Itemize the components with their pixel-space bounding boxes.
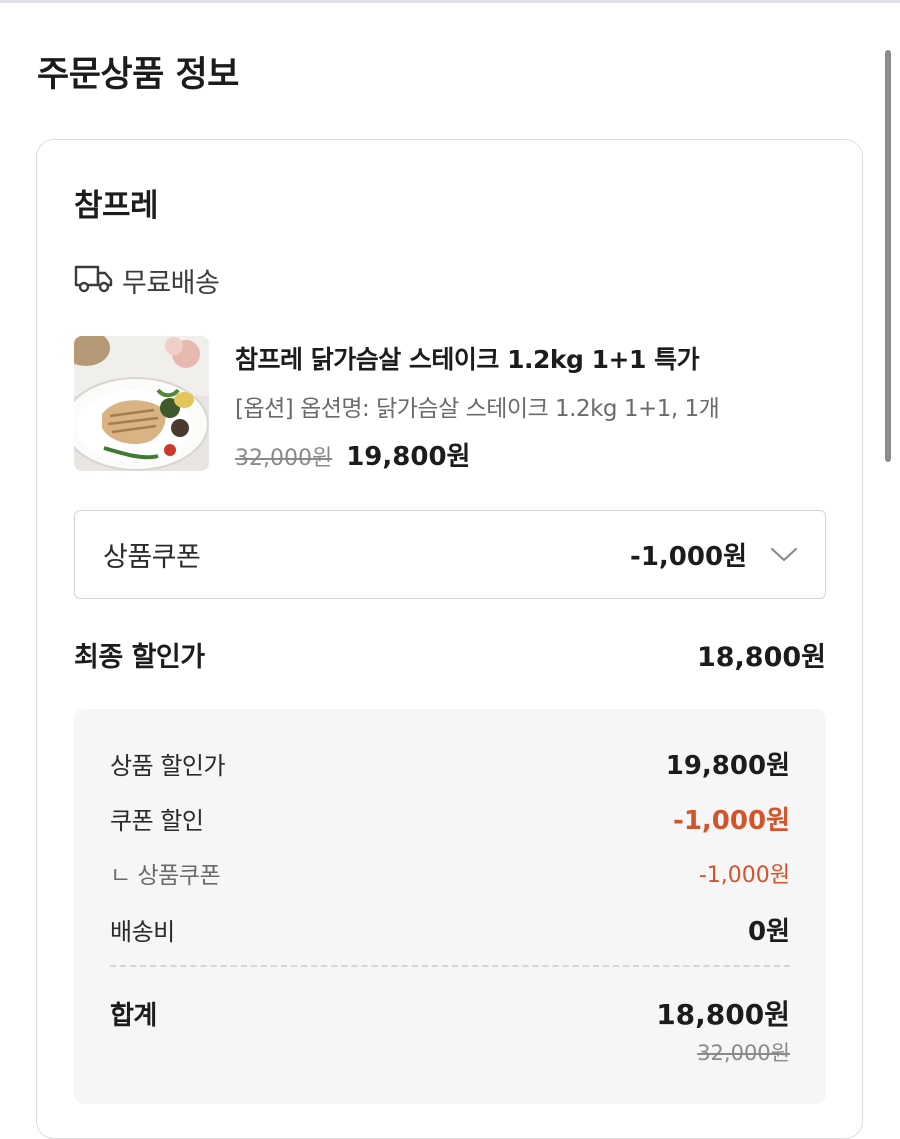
summary-label: 상품 할인가 [110,752,226,780]
shipping-label: 무료배송 [122,267,220,299]
shipping-info: 무료배송 [74,262,220,299]
coupon-value: -1,000원 [630,542,747,572]
summary-value: -1,000원 [673,806,790,836]
total-original-price: 32,000원 [697,1041,790,1065]
price-summary: 상품 할인가 19,800원 쿠폰 할인 -1,000원 ㄴ 상품쿠폰 -1,0… [74,709,826,1104]
summary-value: 0원 [747,917,790,947]
summary-row-product-discount: 상품 할인가 19,800원 [110,745,790,782]
summary-value: 19,800원 [665,751,790,781]
top-divider [0,0,900,3]
sale-price: 19,800원 [346,442,471,472]
summary-label: 쿠폰 할인 [110,807,204,835]
scrollbar-thumb[interactable] [885,50,891,462]
total-value: 18,800원 [656,998,790,1031]
order-item-card: 참프레 무료배송 참프레 닭가슴살 스테이크 1.2kg 1+1 특가 [옵션]… [36,139,863,1139]
final-price-row: 최종 할인가 18,800원 [74,635,826,674]
product-thumbnail[interactable] [74,336,209,471]
summary-row-shipping: 배송비 0원 [110,911,790,948]
total-label: 합계 [110,1000,157,1031]
final-price-value: 18,800원 [696,642,826,673]
summary-sub-value: -1,000원 [698,863,790,888]
summary-row-coupon-sub: ㄴ 상품쿠폰 -1,000원 [110,856,790,890]
truck-icon [74,262,114,298]
coupon-select[interactable]: 상품쿠폰 -1,000원 [74,510,826,599]
summary-divider [110,965,790,967]
summary-row-coupon-discount: 쿠폰 할인 -1,000원 [110,800,790,837]
coupon-label: 상품쿠폰 [103,542,201,573]
seller-name: 참프레 [74,188,159,224]
product-option: [옵션] 옵션명: 닭가슴살 스테이크 1.2kg 1+1, 1개 [235,396,720,422]
original-price: 32,000원 [235,446,333,471]
page-title: 주문상품 정보 [37,55,239,95]
product-name[interactable]: 참프레 닭가슴살 스테이크 1.2kg 1+1 특가 [235,340,700,376]
summary-sub-label: ㄴ 상품쿠폰 [110,863,221,889]
summary-label: 배송비 [110,918,175,946]
price-row: 32,000원 19,800원 [235,436,470,473]
summary-row-total: 합계 18,800원 [110,993,790,1033]
final-price-label: 최종 할인가 [74,642,205,673]
chevron-down-icon[interactable] [769,545,799,565]
